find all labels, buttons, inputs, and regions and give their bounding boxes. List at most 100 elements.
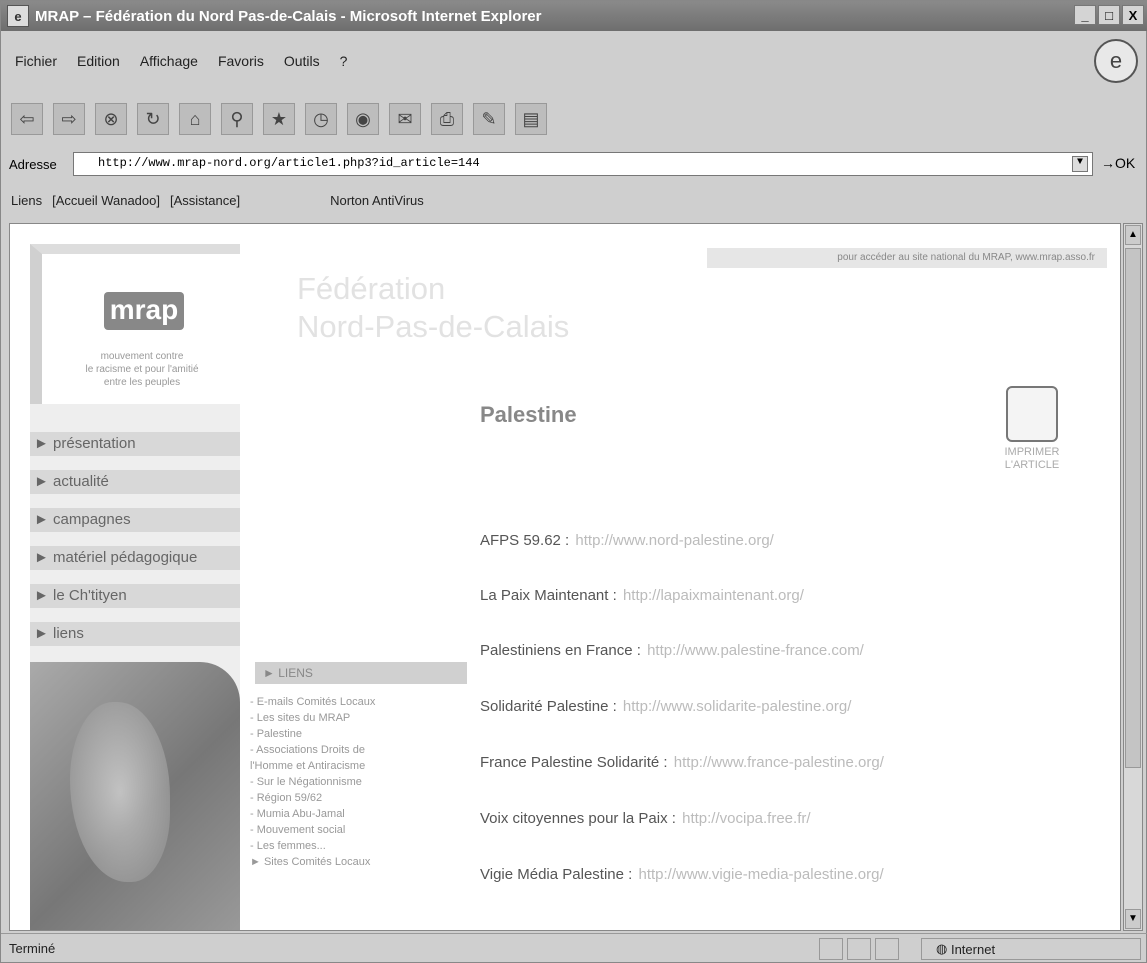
logo-area: mrap mouvement contre le racisme et pour…: [30, 244, 240, 404]
list-item[interactable]: - E-mails Comités Locaux: [250, 694, 470, 710]
link-name: Solidarité Palestine :: [480, 698, 617, 715]
tagline-line: mouvement contre: [100, 351, 184, 362]
list-item[interactable]: - Région 59/62: [250, 790, 470, 806]
list-item[interactable]: ► Sites Comités Locaux: [250, 854, 470, 870]
status-segment: [819, 938, 843, 960]
nav-actualite[interactable]: ► actualité: [30, 470, 240, 494]
globe-icon: ◍: [936, 941, 948, 956]
list-item[interactable]: - Palestine: [250, 726, 470, 742]
menu-favoris[interactable]: Favoris: [218, 53, 264, 69]
tagline-line: entre les peuples: [103, 377, 181, 388]
menu-fichier[interactable]: Fichier: [15, 53, 57, 69]
forward-icon[interactable]: ⇨: [53, 103, 85, 135]
minimize-button[interactable]: _: [1074, 5, 1096, 25]
zone-label: Internet: [950, 941, 996, 957]
nav-liens[interactable]: ► liens: [30, 622, 240, 646]
scroll-up-icon[interactable]: ▲: [1125, 225, 1141, 245]
link-row: France Palestine Solidarité : http://www…: [480, 754, 884, 771]
favorites-icon[interactable]: ★: [263, 103, 295, 135]
link-assistance[interactable]: [Assistance]: [170, 193, 240, 208]
address-label: Adresse: [9, 156, 57, 172]
link-url[interactable]: http://lapaixmaintenant.org/: [623, 587, 804, 604]
search-icon[interactable]: ⚲: [221, 103, 253, 135]
logo-tagline: mouvement contre le racisme et pour l'am…: [42, 350, 242, 389]
links-label: Liens: [11, 192, 43, 208]
tagline-line: le racisme et pour l'amitié: [85, 364, 199, 375]
window-title: MRAP – Fédération du Nord Pas-de-Calais …: [35, 7, 542, 25]
link-url[interactable]: http://www.nord-palestine.org/: [575, 532, 773, 549]
nav-chtitoyen[interactable]: ► le Ch'tityen: [30, 584, 240, 608]
security-zone: ◍ Internet: [921, 938, 1141, 960]
link-url[interactable]: http://www.solidarite-palestine.org/: [623, 698, 851, 715]
ie-throbber-icon: e: [1094, 39, 1138, 83]
national-site-banner[interactable]: pour accéder au site national du MRAP, w…: [707, 248, 1107, 268]
maximize-button[interactable]: □: [1098, 5, 1120, 25]
list-item[interactable]: - Les sites du MRAP: [250, 710, 470, 726]
printer-icon[interactable]: [1006, 386, 1058, 442]
chevron-down-icon[interactable]: ▼: [1072, 156, 1088, 172]
link-row: AFPS 59.62 : http://www.nord-palestine.o…: [480, 532, 774, 549]
link-row: Solidarité Palestine : http://www.solida…: [480, 698, 851, 715]
list-item[interactable]: - Les femmes...: [250, 838, 470, 854]
ie-app-icon: e: [7, 5, 29, 27]
print-icon[interactable]: ⎙: [431, 103, 463, 135]
back-icon[interactable]: ⇦: [11, 103, 43, 135]
history-icon[interactable]: ◷: [305, 103, 337, 135]
nav-campagnes[interactable]: ► campagnes: [30, 508, 240, 532]
menu-outils[interactable]: Outils: [284, 53, 320, 69]
title-bar: e MRAP – Fédération du Nord Pas-de-Calai…: [1, 1, 1147, 31]
list-item[interactable]: - Mumia Abu-Jamal: [250, 806, 470, 822]
link-url[interactable]: http://www.palestine-france.com/: [647, 642, 864, 659]
nav-materiel-pedagogique[interactable]: ► matériel pédagogique: [30, 546, 240, 570]
home-icon[interactable]: ⌂: [179, 103, 211, 135]
article-title: Palestine: [480, 402, 577, 427]
mail-icon[interactable]: ✉: [389, 103, 421, 135]
link-row: Voix citoyennes pour la Paix : http://vo…: [480, 810, 811, 827]
fed-title-line: Fédération: [297, 271, 446, 306]
liens-header[interactable]: ► LIENS: [255, 662, 467, 684]
address-url: http://www.mrap-nord.org/article1.php3?i…: [98, 156, 480, 170]
link-url[interactable]: http://vocipa.free.fr/: [682, 810, 810, 827]
edit-icon[interactable]: ✎: [473, 103, 505, 135]
link-accueil-wanadoo[interactable]: [Accueil Wanadoo]: [52, 193, 160, 208]
status-bar: Terminé ◍ Internet: [1, 933, 1147, 963]
close-button[interactable]: X: [1122, 5, 1144, 25]
go-button[interactable]: →OK: [1101, 155, 1135, 171]
vertical-scrollbar[interactable]: ▲ ▼: [1123, 223, 1143, 931]
link-name: France Palestine Solidarité :: [480, 754, 668, 771]
nav-presentation[interactable]: ► présentation: [30, 432, 240, 456]
list-item[interactable]: - Associations Droits de: [250, 742, 470, 758]
print-label-line: IMPRIMER: [1004, 446, 1060, 458]
list-item[interactable]: - Sur le Négationnisme: [250, 774, 470, 790]
stop-icon[interactable]: ⊗: [95, 103, 127, 135]
menu-edition[interactable]: Edition: [77, 53, 120, 69]
links-bar: Liens [Accueil Wanadoo] [Assistance] Nor…: [1, 185, 1147, 215]
list-item[interactable]: - Mouvement social: [250, 822, 470, 838]
menu-bar: Fichier Edition Affichage Favoris Outils…: [1, 45, 1147, 77]
link-row: La Paix Maintenant : http://lapaixmainte…: [480, 587, 804, 604]
link-name: Palestiniens en France :: [480, 642, 641, 659]
link-name: AFPS 59.62 :: [480, 532, 570, 549]
portrait-face: [70, 702, 170, 882]
print-article-label[interactable]: IMPRIMER L'ARTICLE: [986, 446, 1078, 472]
list-item[interactable]: l'Homme et Antiracisme: [250, 758, 470, 774]
discuss-icon[interactable]: ▤: [515, 103, 547, 135]
standard-toolbar: ⇦ ⇨ ⊗ ↻ ⌂ ⚲ ★ ◷ ◉ ✉ ⎙ ✎ ▤: [1, 97, 1147, 141]
refresh-icon[interactable]: ↻: [137, 103, 169, 135]
mrap-logo[interactable]: mrap: [104, 292, 184, 330]
link-url[interactable]: http://www.france-palestine.org/: [674, 754, 884, 771]
scroll-down-icon[interactable]: ▼: [1125, 909, 1141, 929]
link-name: Voix citoyennes pour la Paix :: [480, 810, 676, 827]
fed-title-line: Nord-Pas-de-Calais: [297, 309, 570, 344]
link-norton-antivirus[interactable]: Norton AntiVirus: [330, 193, 424, 208]
menu-help[interactable]: ?: [340, 53, 348, 69]
address-input[interactable]: http://www.mrap-nord.org/article1.php3?i…: [73, 152, 1093, 176]
link-row: Vigie Média Palestine : http://www.vigie…: [480, 866, 884, 883]
scroll-thumb[interactable]: [1125, 248, 1141, 768]
link-name: La Paix Maintenant :: [480, 587, 617, 604]
media-icon[interactable]: ◉: [347, 103, 379, 135]
link-url[interactable]: http://www.vigie-media-palestine.org/: [639, 866, 884, 883]
menu-affichage[interactable]: Affichage: [140, 53, 198, 69]
browser-window: e MRAP – Fédération du Nord Pas-de-Calai…: [0, 0, 1147, 963]
page-viewport: mrap mouvement contre le racisme et pour…: [9, 223, 1121, 931]
